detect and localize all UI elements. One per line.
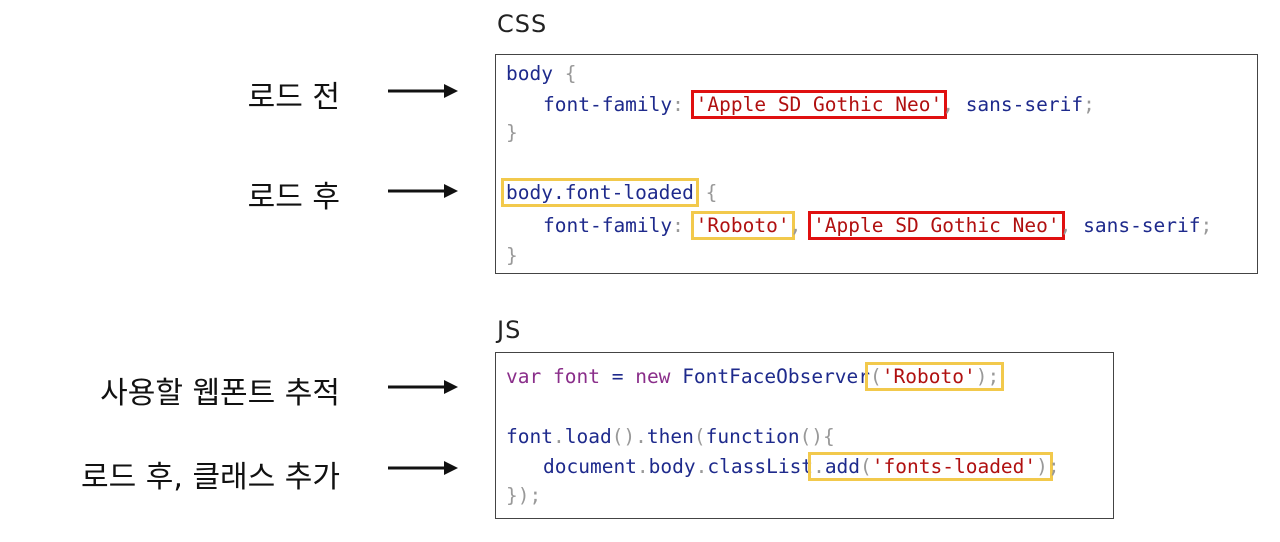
css-line-3: } (506, 121, 518, 144)
label-track-webfont: 사용할 웹폰트 추적 (100, 376, 340, 411)
js-line-4: document.body.classList.add('fonts-loade… (543, 452, 1060, 481)
yellow-highlight: body.font-loaded (501, 178, 699, 207)
yellow-highlight: .add('fonts-loaded') (808, 452, 1053, 481)
js-line-1: var font = new FontFaceObserver('Roboto'… (506, 362, 1005, 391)
label-after-load: 로드 후 (247, 180, 340, 215)
arrow-right-icon (388, 380, 458, 394)
js-heading: JS (497, 316, 522, 344)
js-line-5: }); (506, 484, 542, 507)
arrow-right-icon (388, 461, 458, 475)
css-line-2: font-family: 'Apple SD Gothic Neo', sans… (543, 90, 1095, 119)
css-line-1: body { (506, 62, 577, 85)
yellow-highlight: ('Roboto'); (865, 362, 1005, 391)
css-line-5: body.font-loaded { (501, 178, 717, 207)
css-code-box (495, 54, 1258, 274)
label-add-class: 로드 후, 클래스 추가 (81, 460, 340, 495)
css-line-7: } (506, 244, 518, 267)
js-line-3: font.load().then(function(){ (506, 425, 835, 448)
label-before-load: 로드 전 (247, 80, 340, 115)
red-highlight: 'Apple SD Gothic Neo' (808, 211, 1065, 240)
yellow-highlight: 'Roboto' (690, 211, 795, 240)
arrow-right-icon (388, 184, 458, 198)
arrow-right-icon (388, 84, 458, 98)
css-heading: CSS (497, 10, 548, 38)
red-highlight: 'Apple SD Gothic Neo' (690, 90, 948, 119)
css-line-6: font-family: 'Roboto', 'Apple SD Gothic … (543, 211, 1212, 240)
